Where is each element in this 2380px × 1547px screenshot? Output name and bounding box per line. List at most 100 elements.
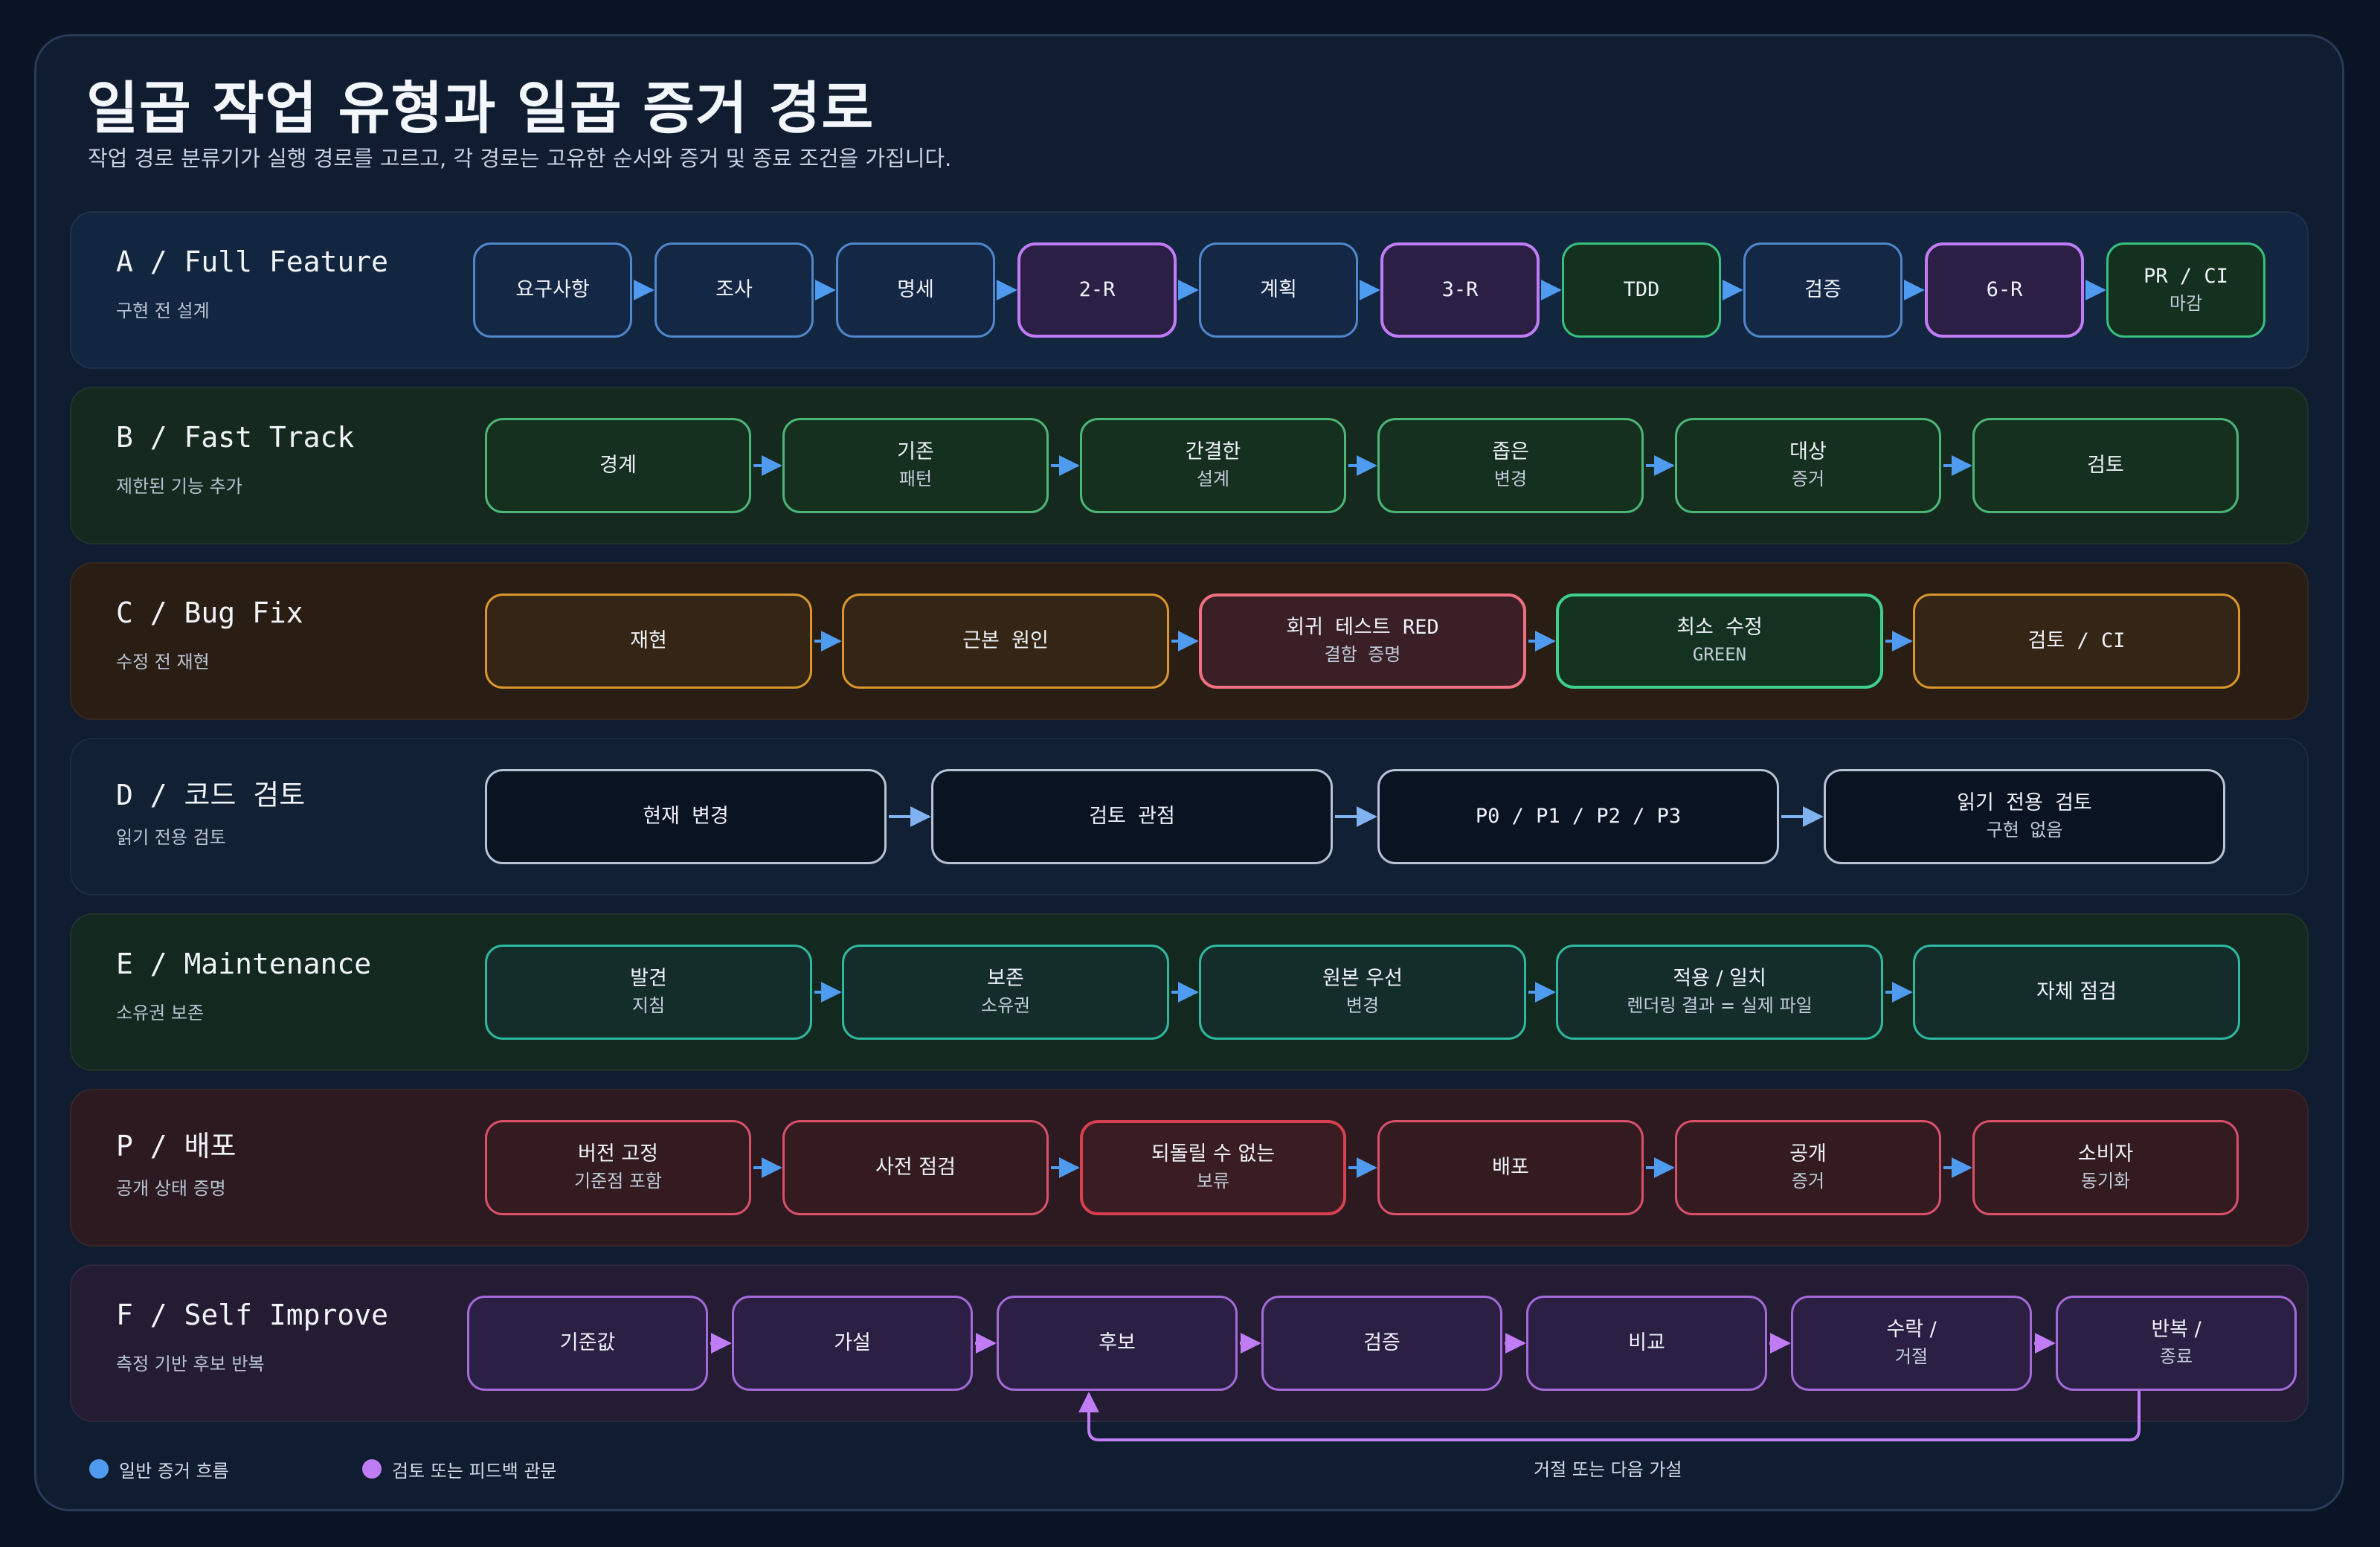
step-sublabel: 증거	[1791, 1171, 1825, 1191]
step-node: 기존패턴	[782, 418, 1049, 513]
step-label: 기존	[897, 440, 934, 463]
step-node: 검증	[1743, 242, 1903, 338]
step-sublabel: 변경	[1345, 995, 1380, 1016]
step-node: 2-R	[1017, 242, 1177, 338]
step-node: 후보	[997, 1296, 1238, 1391]
step-label: 보존	[987, 967, 1024, 990]
step-node: 버전 고정기준점 포함	[485, 1120, 751, 1215]
step-node: 최소 수정 GREEN	[1556, 594, 1883, 689]
step-label: 사전 점검	[875, 1156, 956, 1179]
step-sublabel: 지침	[631, 995, 666, 1016]
step-node: 근본 원인	[842, 594, 1169, 689]
step-label: 기준값	[559, 1331, 616, 1354]
step-sublabel: 소유권	[980, 995, 1031, 1016]
step-node: 좁은 변경	[1377, 418, 1644, 513]
step-sublabel: 렌더링 결과 = 실제 파일	[1627, 995, 1813, 1016]
feedback-loop-arrow	[1078, 1391, 2141, 1441]
step-sublabel: GREEN	[1692, 644, 1747, 665]
step-node: 수락 / 거절	[1791, 1296, 2032, 1391]
step-sublabel: 보류	[1196, 1171, 1230, 1191]
legend-dot-evidence	[89, 1459, 109, 1479]
step-label: 소비자	[2077, 1142, 2134, 1165]
step-node: 반복 / 종료	[2056, 1296, 2297, 1391]
step-node: 명세	[836, 242, 995, 338]
loop-label: 거절 또는 다음 가설	[1534, 1459, 1682, 1480]
step-node: 원본 우선변경	[1199, 945, 1526, 1040]
step-sublabel: 기준점 포함	[573, 1171, 663, 1191]
step-label: 수락 /	[1886, 1318, 1937, 1341]
step-node: 비교	[1526, 1296, 1767, 1391]
step-label: 간결한	[1185, 440, 1241, 463]
step-label: 2-R	[1078, 278, 1116, 301]
step-sublabel: 거절	[1894, 1346, 1929, 1367]
step-node: PR / CI 마감	[2106, 242, 2265, 338]
step-node: TDD	[1562, 242, 1721, 338]
step-label: 검토 관점	[1089, 805, 1175, 828]
step-label: 3-R	[1441, 278, 1479, 301]
step-label: 재현	[630, 629, 667, 652]
step-label: 후보	[1099, 1331, 1136, 1354]
step-label: 원본 우선	[1322, 967, 1403, 990]
step-label: 발견	[630, 967, 667, 990]
step-node: 소비자동기화	[1972, 1120, 2239, 1215]
step-sublabel: 결함 증명	[1324, 644, 1401, 665]
step-label: 요구사항	[515, 278, 590, 301]
step-label: TDD	[1623, 278, 1660, 301]
step-label: 좁은	[1492, 440, 1529, 463]
step-label: 최소 수정	[1676, 616, 1763, 639]
step-node: 보존소유권	[842, 945, 1169, 1040]
step-label: 반복 /	[2151, 1318, 2202, 1341]
step-node: 조사	[654, 242, 814, 338]
step-node: 검토	[1972, 418, 2239, 513]
step-node: 기준값	[467, 1296, 708, 1391]
step-label: 검토	[2087, 454, 2124, 477]
step-label: 조사	[715, 278, 753, 301]
step-node: 검토 관점	[931, 769, 1333, 864]
step-label: 현재 변경	[643, 805, 729, 828]
step-node: 요구사항	[473, 242, 632, 338]
step-node: 사전 점검	[782, 1120, 1049, 1215]
step-sublabel: 동기화	[2080, 1171, 2131, 1191]
step-label: 계획	[1260, 278, 1297, 301]
step-node: 경계	[485, 418, 751, 513]
step-label: 적용 / 일치	[1673, 967, 1766, 990]
step-sublabel: 증거	[1791, 469, 1825, 489]
step-sublabel: 마감	[2169, 293, 2203, 314]
step-label: 가설	[834, 1331, 871, 1354]
step-node: 적용 / 일치렌더링 결과 = 실제 파일	[1556, 945, 1883, 1040]
step-node: 현재 변경	[485, 769, 887, 864]
step-sublabel: 설계	[1196, 469, 1230, 489]
legend-review-label: 검토 또는 피드백 관문	[392, 1461, 557, 1482]
step-label: 자체 점검	[2036, 980, 2117, 1003]
step-label: 회귀 테스트 RED	[1286, 616, 1439, 639]
step-node: 검토 / CI	[1913, 594, 2240, 689]
step-node: 재현	[485, 594, 812, 689]
step-label: 검증	[1363, 1331, 1400, 1354]
step-node: 되돌릴 수 없는보류	[1080, 1120, 1346, 1215]
step-label: 6-R	[1986, 278, 2023, 301]
step-node: 발견지침	[485, 945, 812, 1040]
step-node: 가설	[732, 1296, 973, 1391]
step-label: 명세	[897, 278, 934, 301]
step-label: 되돌릴 수 없는	[1151, 1142, 1276, 1165]
step-node: 읽기 전용 검토 구현 없음	[1824, 769, 2225, 864]
step-label: 대상	[1789, 440, 1827, 463]
step-label: PR / CI	[2143, 265, 2228, 288]
step-node: 회귀 테스트 RED 결함 증명	[1199, 594, 1526, 689]
step-label: 공개	[1789, 1142, 1827, 1165]
step-node: 간결한설계	[1080, 418, 1346, 513]
step-node: P0 / P1 / P2 / P3	[1377, 769, 1779, 864]
step-node: 검증	[1261, 1296, 1502, 1391]
step-node: 대상증거	[1675, 418, 1941, 513]
step-sublabel: 패턴	[898, 469, 933, 489]
step-node: 3-R	[1380, 242, 1540, 338]
legend-dot-review	[362, 1459, 382, 1479]
step-node: 배포	[1377, 1120, 1644, 1215]
step-label: 버전 고정	[578, 1142, 658, 1165]
step-node: 자체 점검	[1913, 945, 2240, 1040]
legend-evidence-label: 일반 증거 흐름	[119, 1461, 229, 1482]
step-label: 검증	[1804, 278, 1842, 301]
step-sublabel: 구현 없음	[1986, 820, 2063, 840]
step-node: 공개증거	[1675, 1120, 1941, 1215]
step-node: 계획	[1199, 242, 1358, 338]
